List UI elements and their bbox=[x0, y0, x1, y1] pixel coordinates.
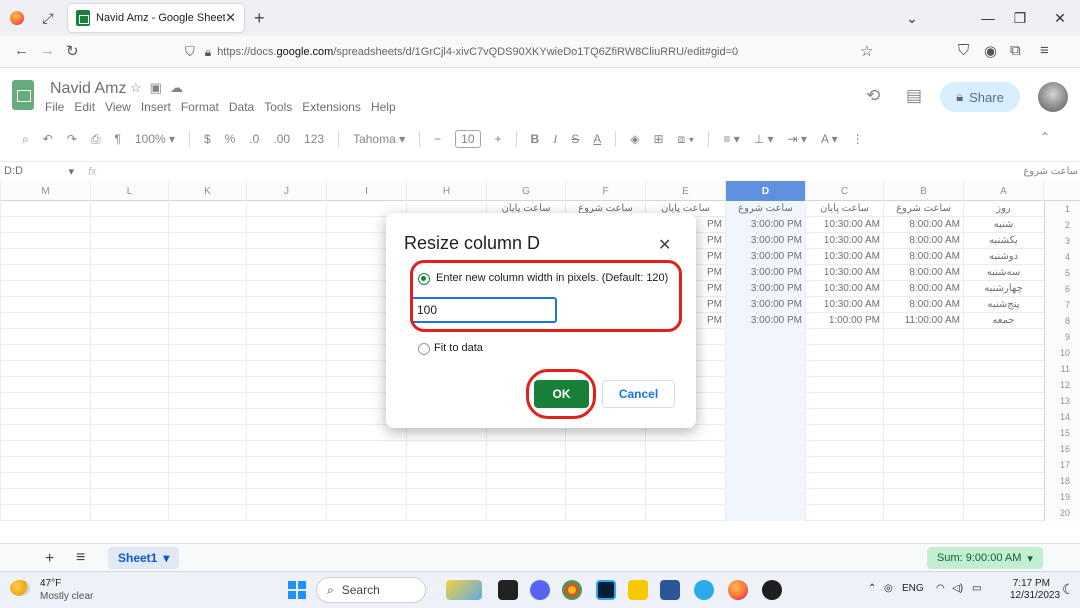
url-path: /spreadsheets/d/1GrCjl4-xivC7vQDS90XKYwi… bbox=[333, 46, 739, 58]
new-tab-icon[interactable]: + bbox=[254, 8, 265, 29]
language-indicator[interactable]: ENG bbox=[902, 583, 924, 594]
lock-icon: 🔒︎ bbox=[204, 44, 212, 59]
sheets-favicon-icon bbox=[76, 10, 90, 26]
clock[interactable]: 7:17 PM 12/31/2023 bbox=[1010, 578, 1060, 602]
restore-icon[interactable]: ❐ bbox=[1000, 0, 1040, 36]
browser-tab[interactable]: Navid Amz - Google Sheets ✕ bbox=[68, 4, 244, 32]
window-close-icon[interactable]: ✕ bbox=[1040, 0, 1080, 36]
url-prefix: https://docs. bbox=[217, 46, 277, 58]
resize-column-dialog: Resize column D ✕ Enter new column width… bbox=[386, 213, 696, 428]
chrome-icon[interactable] bbox=[562, 580, 582, 600]
file-explorer-icon[interactable] bbox=[628, 580, 648, 600]
weather-status: Mostly clear bbox=[40, 591, 94, 602]
chevron-down-icon: ▾ bbox=[163, 551, 170, 565]
firefox-taskbar-icon[interactable] bbox=[728, 580, 748, 600]
highlight-outline bbox=[410, 260, 682, 332]
back-icon[interactable]: ← bbox=[14, 42, 29, 59]
navigation-bar: ← → ↻ ⛉ 🔒︎ https://docs. google.com/sprea… bbox=[0, 36, 1080, 68]
tab-close-icon[interactable]: ✕ bbox=[225, 10, 236, 26]
network-app-icon[interactable]: ◎ bbox=[884, 583, 893, 594]
sheet-tab[interactable]: Sheet1 ▾ bbox=[108, 547, 180, 569]
tab-list-chevron-icon[interactable]: ⌄ bbox=[892, 0, 932, 36]
temperature: 47°F bbox=[40, 578, 62, 589]
radio-fit-to-data[interactable] bbox=[418, 343, 430, 355]
forward-icon[interactable]: → bbox=[40, 42, 55, 59]
wifi-icon[interactable]: ◠ bbox=[936, 583, 945, 594]
sum-indicator[interactable]: Sum: 9:00:00 AM ▾ bbox=[927, 547, 1043, 569]
cancel-button[interactable]: Cancel bbox=[602, 380, 675, 408]
highlight-outline bbox=[526, 369, 596, 419]
notification-icon[interactable]: ☾ bbox=[1062, 581, 1075, 598]
all-sheets-icon[interactable]: ≡ bbox=[76, 549, 85, 567]
account-icon[interactable]: ◉ bbox=[984, 42, 997, 60]
url-domain: google.com bbox=[276, 46, 334, 58]
word-icon[interactable] bbox=[660, 580, 680, 600]
close-icon[interactable]: ✕ bbox=[658, 235, 671, 255]
volume-icon[interactable]: ◁) bbox=[952, 583, 963, 594]
app-icon[interactable] bbox=[530, 580, 550, 600]
firefox-logo-icon bbox=[10, 11, 24, 25]
tab-title: Navid Amz - Google Sheets bbox=[96, 12, 226, 24]
photoshop-icon[interactable] bbox=[596, 580, 616, 600]
windows-start-icon[interactable] bbox=[288, 581, 306, 599]
shield-icon: ⛉ bbox=[185, 44, 195, 59]
add-sheet-icon[interactable]: + bbox=[45, 550, 54, 568]
reload-icon[interactable]: ↻ bbox=[66, 42, 79, 60]
weather-icon[interactable] bbox=[10, 580, 30, 596]
search-icon: ⌕ bbox=[327, 582, 334, 597]
windows-taskbar: 47°F Mostly clear ⌕ Search ⌃ ◎ ENG ◠ ◁) … bbox=[0, 571, 1080, 608]
telegram-icon[interactable] bbox=[694, 580, 714, 600]
app-icon[interactable] bbox=[498, 580, 518, 600]
dialog-title: Resize column D bbox=[404, 233, 541, 253]
menu-icon[interactable]: ≡ bbox=[1040, 42, 1049, 59]
sheet-tab-bar: + ≡ Sheet1 ▾ Sum: 9:00:00 AM ▾ bbox=[0, 543, 1080, 571]
bookmark-star-icon[interactable]: ☆ bbox=[860, 42, 873, 60]
expand-icon[interactable]: ⤢ bbox=[36, 6, 60, 30]
pocket-icon[interactable]: ⛉ bbox=[958, 42, 969, 59]
battery-icon[interactable]: ▭ bbox=[972, 583, 981, 594]
chevron-down-icon: ▾ bbox=[1027, 552, 1033, 565]
extensions-icon[interactable]: ⧉ bbox=[1010, 42, 1021, 59]
chevron-up-icon[interactable]: ⌃ bbox=[868, 583, 876, 594]
media-player-icon[interactable] bbox=[762, 580, 782, 600]
taskbar-search[interactable]: ⌕ Search bbox=[316, 577, 426, 603]
fit-to-data-label: Fit to data bbox=[434, 342, 483, 354]
app-icon[interactable] bbox=[446, 580, 482, 600]
url-bar[interactable]: ⛉ 🔒︎ https://docs. google.com/spreadsheet… bbox=[185, 42, 885, 62]
